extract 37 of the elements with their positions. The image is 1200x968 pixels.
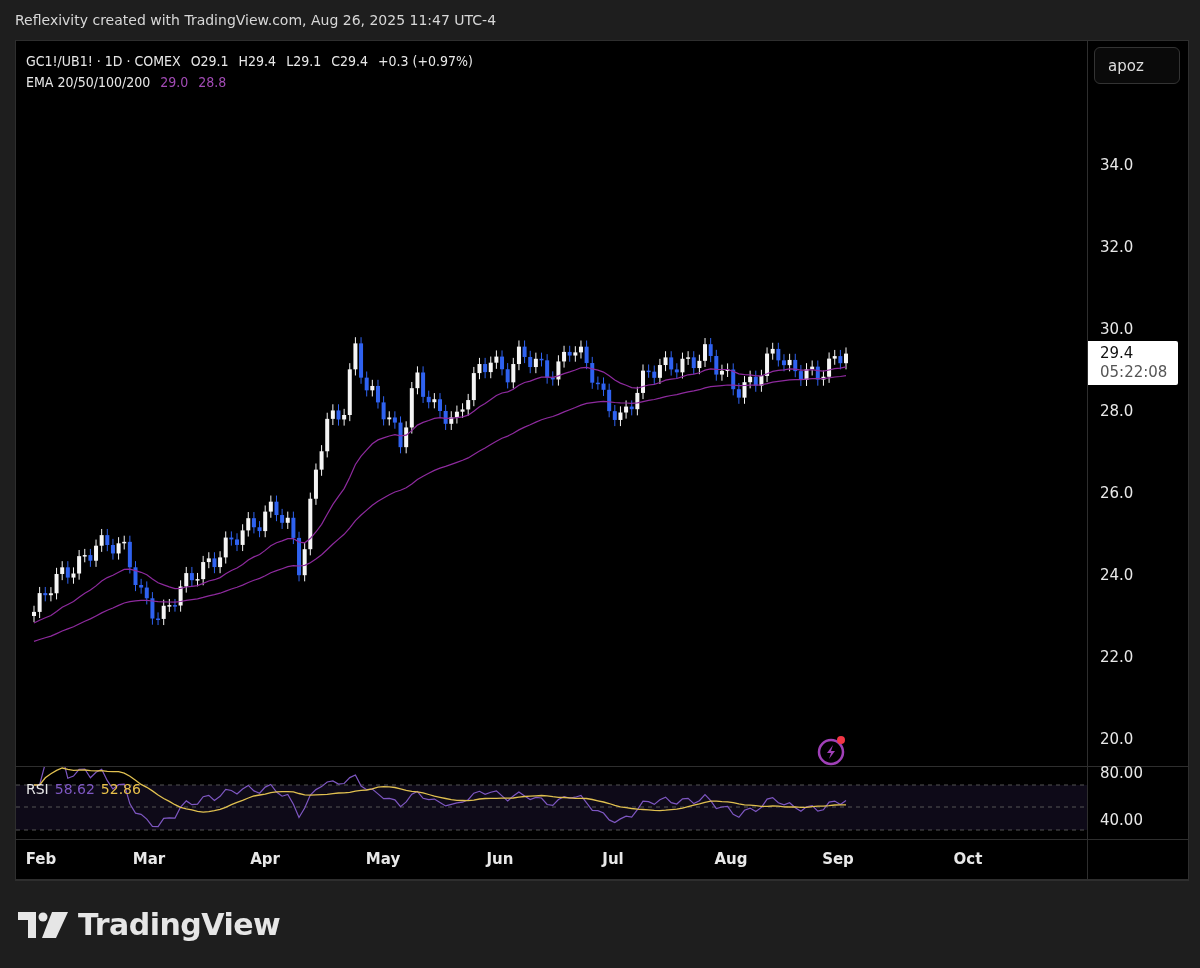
ohlc-value: O29.1 <box>190 53 229 69</box>
time-tick: Oct <box>953 850 983 868</box>
rsi-tick: 80.00 <box>1100 764 1143 782</box>
rsi-average-value: 52.86 <box>100 781 141 797</box>
time-tick: Aug <box>714 850 748 868</box>
time-tick: May <box>365 850 401 868</box>
time-tick: Sep <box>822 850 854 868</box>
price-tick: 24.0 <box>1100 566 1134 584</box>
rsi-value: 58.62 <box>54 781 95 797</box>
ema-value: 29.0 <box>160 74 189 90</box>
ohlc-value: H29.4 <box>238 53 277 69</box>
rsi-tick: 40.00 <box>1100 811 1143 829</box>
indicator-label: EMA 20/50/100/200 <box>26 74 151 90</box>
price-change: +0.3 (+0.97%) <box>378 53 473 69</box>
last-price: 29.4 <box>1100 344 1135 363</box>
account-button[interactable]: apoz <box>1094 47 1180 84</box>
symbol-title: GC1!/UB1! · 1D · COMEX <box>26 53 181 69</box>
ohlc-value: C29.4 <box>331 53 369 69</box>
chart-caption: Reflexivity created with TradingView.com, Aug 26, 2025 11:47 UTC-4 <box>14 11 498 30</box>
rsi-label: RSI <box>26 781 49 797</box>
brand-name: TradingView <box>78 907 281 942</box>
time-tick: Jun <box>486 850 514 868</box>
time-tick: Mar <box>132 850 166 868</box>
ema-value: 28.8 <box>198 74 227 90</box>
price-tick: 20.0 <box>1100 730 1134 748</box>
time-tick: Feb <box>25 850 57 868</box>
time-tick: Jul <box>602 850 624 868</box>
price-tick: 26.0 <box>1100 484 1134 502</box>
price-tick: 34.0 <box>1100 156 1134 174</box>
bar-countdown: 05:22:08 <box>1100 363 1169 382</box>
time-tick: Apr <box>250 850 280 868</box>
ohlc-value: L29.1 <box>286 53 322 69</box>
price-tick: 32.0 <box>1100 238 1134 256</box>
price-tick: 22.0 <box>1100 648 1134 666</box>
price-tick: 28.0 <box>1100 402 1134 420</box>
price-tick: 30.0 <box>1100 320 1134 338</box>
logo-icon <box>18 911 68 938</box>
